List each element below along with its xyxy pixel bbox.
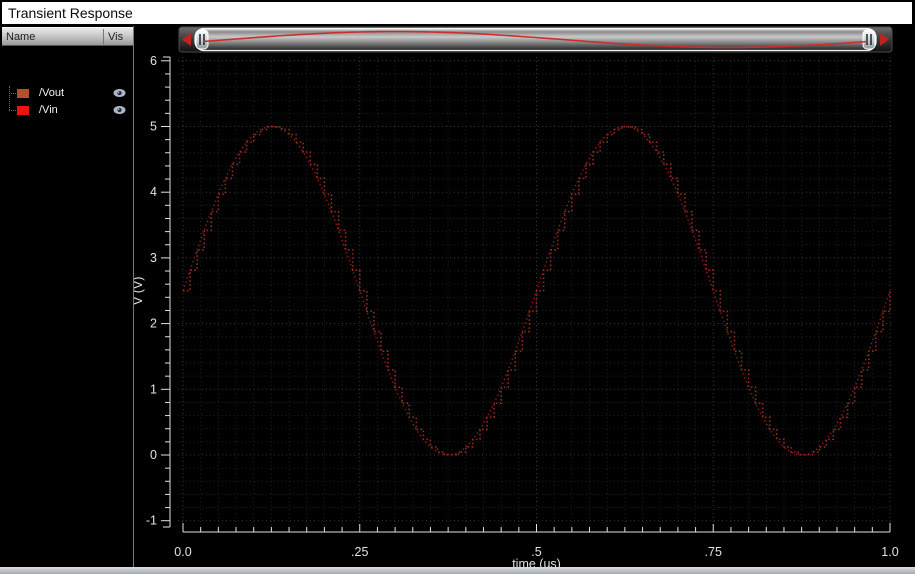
column-header-name: Name [6, 31, 36, 43]
tree-stub [9, 93, 16, 94]
vin-color-swatch[interactable] [17, 106, 29, 115]
window-title-bar: Transient Response [2, 2, 912, 24]
column-header-vis: Vis [108, 31, 124, 43]
y-axis [161, 56, 171, 528]
visibility-eye-icon[interactable] [113, 88, 126, 98]
svg-text:6: 6 [150, 54, 157, 68]
window-bottom-edge [0, 567, 915, 574]
svg-text:1: 1 [150, 382, 157, 396]
svg-text:1.0: 1.0 [881, 545, 898, 559]
svg-text:2: 2 [150, 317, 157, 331]
svg-text:3: 3 [150, 251, 157, 265]
signal-row-vin[interactable]: /Vin [2, 102, 133, 119]
svg-text:-1: -1 [146, 514, 157, 528]
signal-name-label: /Vin [39, 104, 58, 116]
svg-text:0: 0 [150, 448, 157, 462]
column-divider [103, 29, 104, 44]
svg-text:5: 5 [150, 120, 157, 134]
vout-color-swatch[interactable] [17, 89, 29, 98]
svg-text:0.0: 0.0 [174, 545, 191, 559]
scroll-thumb-grip-right[interactable] [862, 29, 876, 50]
svg-text:4: 4 [150, 185, 157, 199]
y-tick-labels: -1 0 1 2 3 4 5 6 [146, 54, 157, 528]
signal-row-vout[interactable]: /Vout [2, 85, 133, 102]
scroll-thumb-grip-left[interactable] [195, 29, 209, 50]
signal-table-header: Name Vis [2, 27, 133, 46]
svg-text:.25: .25 [351, 545, 368, 559]
page-title: Transient Response [8, 5, 133, 21]
signal-name-label: /Vout [39, 87, 65, 99]
plot-canvas: -10123456V (V)0.0.25.5.75 1.0time (us) [131, 26, 899, 571]
svg-text:.75: .75 [705, 545, 722, 559]
plot-area[interactable] [178, 57, 893, 530]
tree-stub [9, 110, 16, 111]
signal-panel: Name Vis /Vout /Vin [2, 26, 134, 567]
overview-scrollbar[interactable] [178, 26, 893, 53]
waveform-window: -1 0 1 2 3 4 5 6 V (V) 0.0.25.5.75 1.0 time (us) Tr… [0, 0, 915, 574]
visibility-eye-icon[interactable] [113, 105, 126, 115]
